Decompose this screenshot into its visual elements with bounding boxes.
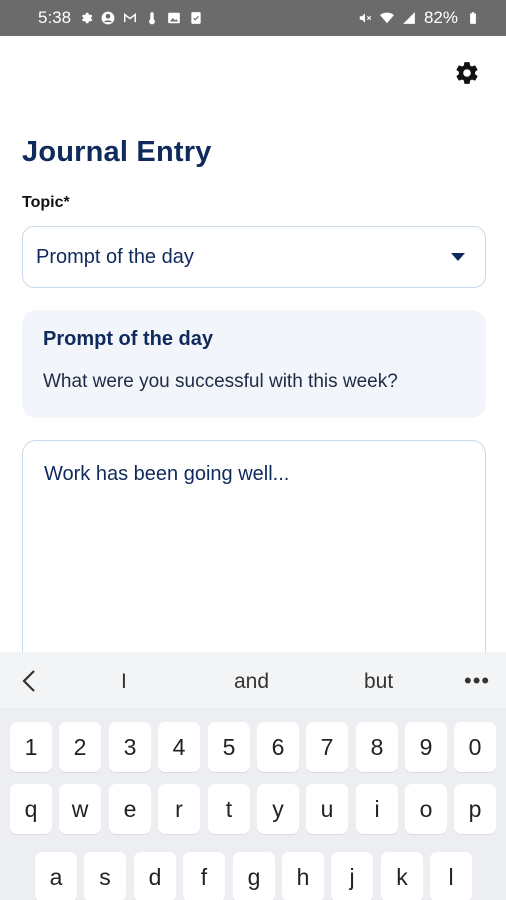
key-9[interactable]: 9 [405, 722, 447, 772]
key-r[interactable]: r [158, 784, 200, 834]
battery-icon [466, 11, 480, 25]
gear-icon [456, 62, 478, 84]
key-2[interactable]: 2 [59, 722, 101, 772]
key-k[interactable]: k [381, 852, 423, 900]
gmail-icon [123, 11, 137, 25]
status-time: 5:38 [38, 8, 72, 27]
thermometer-icon [145, 11, 159, 25]
prompt-card: Prompt of the day What were you successf… [22, 310, 486, 418]
settings-status-icon [79, 11, 93, 25]
key-p[interactable]: p [454, 784, 496, 834]
key-3[interactable]: 3 [109, 722, 151, 772]
key-y[interactable]: y [257, 784, 299, 834]
key-f[interactable]: f [183, 852, 225, 900]
mute-icon [358, 11, 372, 25]
account-icon [101, 11, 115, 25]
key-6[interactable]: 6 [257, 722, 299, 772]
key-s[interactable]: s [84, 852, 126, 900]
chevron-left-icon [22, 670, 35, 692]
key-h[interactable]: h [282, 852, 324, 900]
key-0[interactable]: 0 [454, 722, 496, 772]
key-4[interactable]: 4 [158, 722, 200, 772]
page-title: Journal Entry [22, 136, 212, 168]
letter-row-1: q w e r t y u i o p [0, 784, 506, 834]
tasks-icon [189, 11, 203, 25]
letter-row-2: a s d f g h j k l [0, 852, 506, 900]
key-e[interactable]: e [109, 784, 151, 834]
status-bar: 5:38 82% [0, 0, 506, 36]
key-l[interactable]: l [430, 852, 472, 900]
image-icon [167, 11, 181, 25]
suggestion-2[interactable]: and [234, 670, 269, 694]
ellipsis-icon[interactable]: ••• [464, 668, 490, 694]
status-right: 82% [358, 8, 480, 28]
key-a[interactable]: a [35, 852, 77, 900]
prompt-card-title: Prompt of the day [43, 328, 214, 350]
number-row: 1 2 3 4 5 6 7 8 9 0 [0, 722, 506, 772]
settings-button[interactable] [454, 60, 480, 86]
prompt-card-text: What were you successful with this week? [43, 371, 398, 392]
suggestion-1[interactable]: I [121, 670, 127, 694]
status-left: 5:38 [38, 8, 203, 28]
topic-dropdown[interactable]: Prompt of the day [22, 226, 486, 288]
suggestion-3[interactable]: but [364, 670, 393, 694]
keyboard: I and but ••• 1 2 3 4 5 6 7 8 9 0 q w e … [0, 652, 506, 900]
key-1[interactable]: 1 [10, 722, 52, 772]
key-o[interactable]: o [405, 784, 447, 834]
key-t[interactable]: t [208, 784, 250, 834]
battery-percent: 82% [423, 8, 458, 27]
key-d[interactable]: d [134, 852, 176, 900]
keyboard-back-button[interactable] [18, 668, 40, 694]
key-w[interactable]: w [59, 784, 101, 834]
key-8[interactable]: 8 [356, 722, 398, 772]
key-g[interactable]: g [233, 852, 275, 900]
wifi-icon [379, 11, 394, 25]
key-5[interactable]: 5 [208, 722, 250, 772]
key-j[interactable]: j [331, 852, 373, 900]
topic-label: Topic* [22, 194, 70, 211]
journal-entry-text: Work has been going well... [44, 463, 290, 485]
key-7[interactable]: 7 [306, 722, 348, 772]
key-i[interactable]: i [356, 784, 398, 834]
key-q[interactable]: q [10, 784, 52, 834]
key-u[interactable]: u [306, 784, 348, 834]
caret-down-icon [451, 253, 465, 261]
topic-selected-value: Prompt of the day [36, 245, 194, 268]
signal-icon [402, 11, 416, 25]
suggestion-bar: I and but ••• [0, 652, 506, 708]
